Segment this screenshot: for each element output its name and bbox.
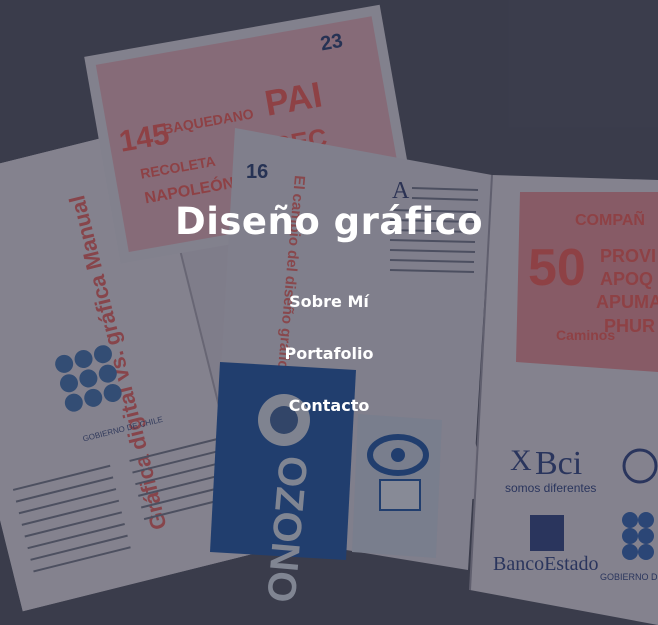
hero-section: Gráfica digital vs. gráfica Manual GOBIE… — [0, 0, 658, 625]
nav-link-sobre-mi[interactable]: Sobre Mí — [0, 292, 658, 311]
nav-link-portafolio[interactable]: Portafolio — [0, 344, 658, 363]
site-title: Diseño gráfico — [175, 200, 483, 243]
hero-content: Diseño gráfico Sobre Mí Portafolio Conta… — [0, 0, 658, 625]
nav-link-contacto[interactable]: Contacto — [0, 396, 658, 415]
